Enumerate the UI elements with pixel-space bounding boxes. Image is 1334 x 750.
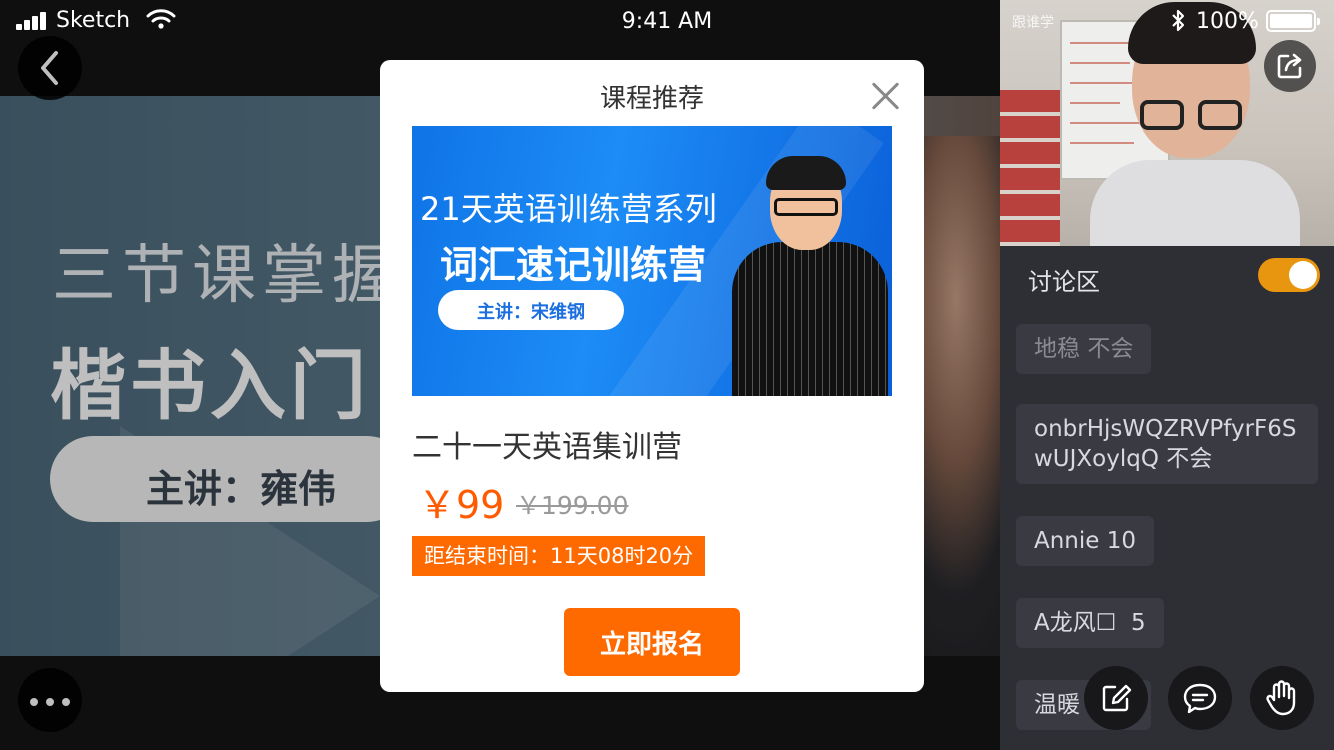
- edit-button[interactable]: [1084, 666, 1148, 730]
- status-bar: Sketch 9:41 AM 100%: [0, 0, 1334, 44]
- signup-button[interactable]: 立即报名: [564, 608, 740, 676]
- chat-text: 不会: [1166, 446, 1213, 472]
- chat-text: 10: [1106, 528, 1137, 554]
- raise-hand-button[interactable]: [1250, 666, 1314, 730]
- banner-speaker-pill: 主讲：宋维钢: [438, 290, 624, 330]
- discussion-title: 讨论区: [1028, 268, 1100, 296]
- chat-user: 地稳: [1034, 336, 1080, 362]
- banner-teacher-image: [730, 156, 890, 396]
- original-price: ￥199.00: [516, 491, 629, 520]
- course-banner[interactable]: 21天英语训练营系列 词汇速记训练营 主讲：宋维钢: [412, 126, 892, 396]
- course-name: 二十一天英语集训营: [412, 430, 682, 465]
- status-time: 9:41 AM: [621, 9, 713, 34]
- banner-speaker-label: 主讲：宋维钢: [477, 302, 585, 323]
- chat-user: 温暖: [1034, 692, 1080, 718]
- share-button[interactable]: [1264, 40, 1316, 92]
- chat-message: Annie 10: [1016, 516, 1155, 566]
- chat-user: A龙风☐: [1034, 610, 1117, 636]
- chat-text: 不会: [1087, 336, 1134, 362]
- discussion-toggle[interactable]: [1258, 258, 1320, 292]
- course-recommend-modal: 课程推荐 21天英语训练营系列 词汇速记训练营 主讲：宋维钢 二十一天英语集训营…: [380, 60, 924, 692]
- chat-text: 5: [1130, 610, 1146, 636]
- modal-title: 课程推荐: [599, 84, 704, 114]
- toggle-knob: [1289, 261, 1317, 289]
- chat-message: 地稳 不会: [1016, 324, 1152, 374]
- chat-button[interactable]: [1168, 666, 1232, 730]
- current-price: ￥99: [418, 483, 505, 527]
- battery-percent: 100%: [1196, 9, 1259, 34]
- chat-bubble-icon: [1183, 683, 1217, 714]
- chat-message: A龙风☐ 5: [1016, 598, 1164, 648]
- pencil-icon: [1102, 684, 1132, 712]
- share-icon: [1277, 53, 1302, 79]
- discussion-header: 讨论区: [1000, 246, 1334, 306]
- hand-icon: [1266, 680, 1296, 716]
- close-icon[interactable]: [870, 80, 902, 112]
- side-panel: 跟谁学 讨论区 地稳 不会 onbrHjsWQZRVPfyrF6SwUJXoyl…: [1000, 0, 1334, 750]
- bluetooth-icon: [1172, 9, 1185, 32]
- banner-course-title: 词汇速记训练营: [440, 243, 707, 287]
- chat-message: onbrHjsWQZRVPfyrF6SwUJXoylqQ 不会: [1016, 404, 1318, 484]
- banner-series-title: 21天英语训练营系列: [420, 190, 717, 228]
- battery-icon: [1266, 10, 1320, 32]
- countdown-badge: 距结束时间：11天08时20分: [412, 536, 706, 576]
- chat-user: Annie: [1034, 528, 1100, 554]
